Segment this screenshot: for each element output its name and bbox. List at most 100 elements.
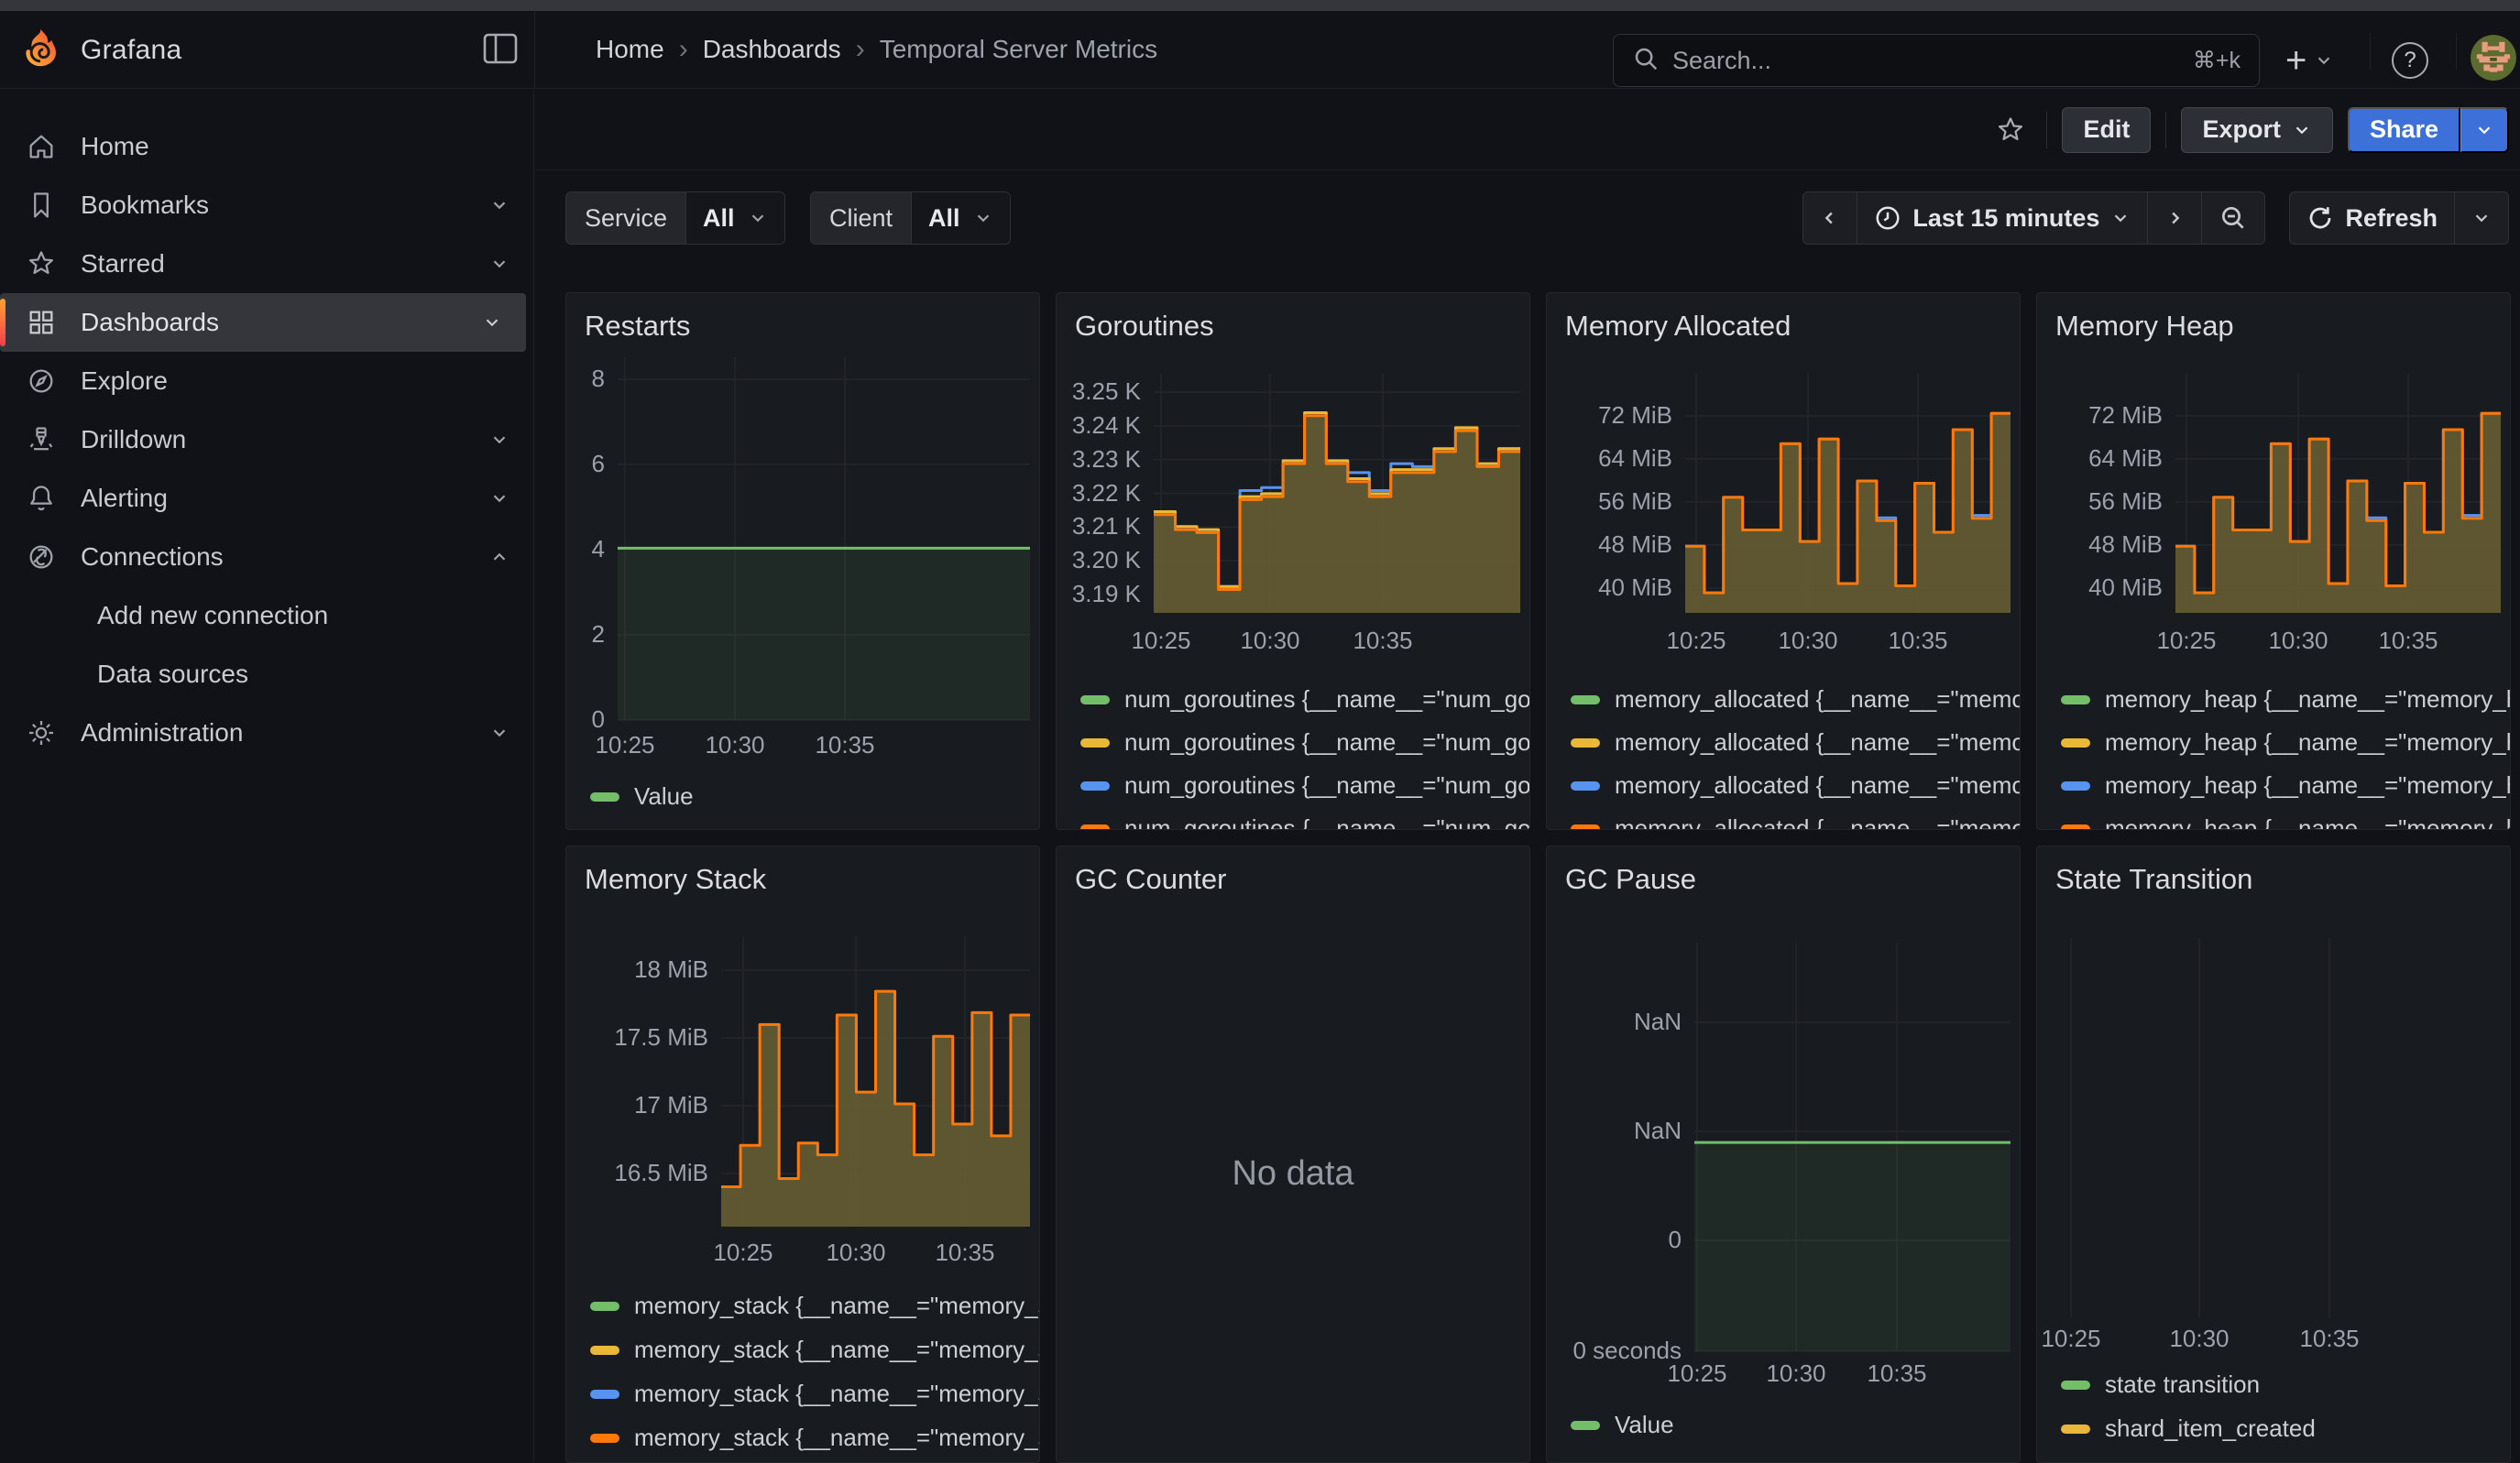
breadcrumb-home[interactable]: Home: [596, 35, 664, 64]
chevron-down-icon: [489, 488, 509, 508]
clock-icon: [1874, 204, 1901, 232]
x-axis-tick-label: 10:30: [671, 731, 799, 759]
sidebar-item-dashboards[interactable]: Dashboards: [0, 293, 526, 352]
plot-svg: [1547, 846, 2020, 1357]
legend-item[interactable]: memory_allocated {__name__="memo: [1571, 685, 2021, 714]
legend-item[interactable]: memory_heap {__name__="memory_h: [2061, 685, 2511, 714]
legend-swatch: [1080, 738, 1110, 748]
legend-item[interactable]: state transition: [2061, 1370, 2260, 1399]
time-range-picker[interactable]: Last 15 minutes: [1857, 192, 2147, 244]
sidebar-item-bookmarks[interactable]: Bookmarks: [0, 176, 533, 235]
zoom-out-button[interactable]: [2201, 192, 2264, 244]
breadcrumb-separator: ›: [679, 34, 688, 65]
y-axis-tick-label: 3.25 K: [1057, 377, 1141, 406]
brand[interactable]: Grafana: [20, 27, 182, 72]
sidebar-item-explore[interactable]: Explore: [0, 352, 533, 410]
legend-swatch: [590, 792, 619, 802]
legend-item[interactable]: Value: [1571, 1411, 1674, 1439]
share-button[interactable]: Share: [2348, 107, 2460, 153]
x-axis-tick-label: 10:30: [1206, 627, 1334, 655]
sidebar-item-label: Dashboards: [81, 308, 458, 337]
panel-state-transition[interactable]: State Transition 10:2510:3010:35state tr…: [2036, 846, 2511, 1463]
add-button[interactable]: +: [2285, 38, 2334, 82]
edit-button[interactable]: Edit: [2062, 107, 2151, 153]
time-shift-forward-button[interactable]: [2147, 192, 2201, 244]
legend-label: memory_allocated {__name__="memo: [1615, 685, 2021, 714]
panel-goroutines[interactable]: Goroutines 3.25 K3.24 K3.23 K3.22 K3.21 …: [1056, 292, 1530, 830]
share-menu-button[interactable]: [2460, 107, 2509, 153]
sidebar-item-administration[interactable]: Administration: [0, 704, 533, 762]
panel-memory-heap[interactable]: Memory Heap 72 MiB64 MiB56 MiB48 MiB40 M…: [2036, 292, 2511, 830]
sidebar-item-label: Administration: [81, 718, 466, 748]
panel-memory-allocated[interactable]: Memory Allocated 72 MiB64 MiB56 MiB48 Mi…: [1546, 292, 2021, 830]
question-icon: ?: [2404, 48, 2416, 73]
panel-restarts[interactable]: Restarts 8642010:2510:3010:35Value: [565, 292, 1040, 830]
legend-item[interactable]: memory_heap {__name__="memory_h: [2061, 814, 2511, 830]
y-axis-tick-label: 3.24 K: [1057, 411, 1141, 440]
legend-label: memory_heap {__name__="memory_h: [2105, 771, 2511, 800]
legend-item[interactable]: memory_stack {__name__="memory_s: [590, 1292, 1040, 1320]
sidebar-item-home[interactable]: Home: [0, 117, 533, 176]
user-avatar[interactable]: [2471, 35, 2516, 81]
legend-item[interactable]: num_goroutines {__name__="num_go: [1080, 814, 1530, 830]
variable-client-value[interactable]: All: [911, 192, 1010, 244]
chevron-down-icon: [2110, 208, 2131, 228]
export-button[interactable]: Export: [2181, 107, 2333, 153]
sidebar-item-alerting[interactable]: Alerting: [0, 469, 533, 528]
refresh-button[interactable]: Refresh: [2290, 192, 2454, 244]
panel-memory-stack[interactable]: Memory Stack 18 MiB17.5 MiB17 MiB16.5 Mi…: [565, 846, 1040, 1463]
chevron-up-icon: [489, 547, 509, 567]
legend-item[interactable]: num_goroutines {__name__="num_go: [1080, 728, 1530, 757]
x-axis-tick-label: 10:35: [901, 1239, 1029, 1267]
panel-gc-counter[interactable]: GC Counter No data: [1056, 846, 1530, 1463]
legend-item[interactable]: memory_allocated {__name__="memo: [1571, 728, 2021, 757]
legend-label: Value: [1615, 1411, 1674, 1439]
y-axis-tick-label: 3.22 K: [1057, 479, 1141, 508]
sidebar-item-connections[interactable]: Connections: [0, 528, 533, 586]
legend-swatch: [590, 1390, 619, 1399]
favorite-star-button[interactable]: [1989, 109, 2032, 151]
legend-swatch: [1571, 695, 1600, 704]
panel-gc-pause[interactable]: GC Pause NaNNaN00 seconds10:2510:3010:35…: [1546, 846, 2021, 1463]
sidebar-item-drilldown[interactable]: Drilldown: [0, 410, 533, 469]
y-axis-tick-label: 40 MiB: [2037, 573, 2163, 602]
legend-item[interactable]: shard_item_created: [2061, 1414, 2316, 1443]
legend-item[interactable]: memory_stack {__name__="memory_s: [590, 1424, 1040, 1452]
chevron-down-icon: [489, 723, 509, 743]
legend-item[interactable]: Value: [590, 782, 694, 811]
legend-item[interactable]: num_goroutines {__name__="num_go: [1080, 685, 1530, 714]
legend-label: memory_stack {__name__="memory_s: [634, 1424, 1040, 1452]
legend-item[interactable]: num_goroutines {__name__="num_go: [1080, 771, 1530, 800]
y-axis-tick-label: 0: [566, 705, 605, 734]
legend-label: memory_stack {__name__="memory_s: [634, 1292, 1040, 1320]
legend-item[interactable]: memory_stack {__name__="memory_s: [590, 1380, 1040, 1408]
legend-item[interactable]: memory_stack {__name__="memory_s: [590, 1336, 1040, 1364]
gear-icon: [26, 717, 57, 748]
sidebar-item-starred[interactable]: Starred: [0, 235, 533, 293]
refresh-interval-button[interactable]: [2454, 192, 2508, 244]
sidebar-item-data-sources[interactable]: Data sources: [0, 645, 533, 704]
time-shift-back-button[interactable]: [1803, 192, 1857, 244]
y-axis-tick-label: 48 MiB: [2037, 530, 2163, 559]
help-button[interactable]: ?: [2392, 42, 2428, 79]
sidebar-collapse-icon[interactable]: [483, 33, 518, 64]
chevron-down-icon: [2471, 208, 2492, 228]
breadcrumb-dashboards[interactable]: Dashboards: [703, 35, 841, 64]
sidebar-item-add-new-connection[interactable]: Add new connection: [0, 586, 533, 645]
legend-item[interactable]: memory_allocated {__name__="memo: [1571, 814, 2021, 830]
y-axis-tick-label: 2: [566, 620, 605, 649]
search-input[interactable]: Search... ⌘+k: [1613, 34, 2260, 87]
breadcrumb-separator: ›: [856, 34, 865, 65]
legend-item[interactable]: memory_allocated {__name__="memo: [1571, 771, 2021, 800]
toolbar-divider: [2165, 112, 2166, 148]
chart-goroutines: 3.25 K3.24 K3.23 K3.22 K3.21 K3.20 K3.19…: [1057, 293, 1529, 829]
chart-gc-pause: NaNNaN00 seconds10:2510:3010:35Value: [1547, 846, 2020, 1462]
chevron-down-icon: [2292, 120, 2312, 140]
grafana-logo-icon: [20, 27, 60, 72]
avatar-pixel-art: [2471, 35, 2516, 81]
x-axis-tick-label: 10:25: [1632, 627, 1760, 655]
variable-service-value[interactable]: All: [685, 192, 784, 244]
legend-item[interactable]: memory_heap {__name__="memory_h: [2061, 728, 2511, 757]
x-axis-tick-label: 10:35: [1854, 627, 1982, 655]
legend-item[interactable]: memory_heap {__name__="memory_h: [2061, 771, 2511, 800]
